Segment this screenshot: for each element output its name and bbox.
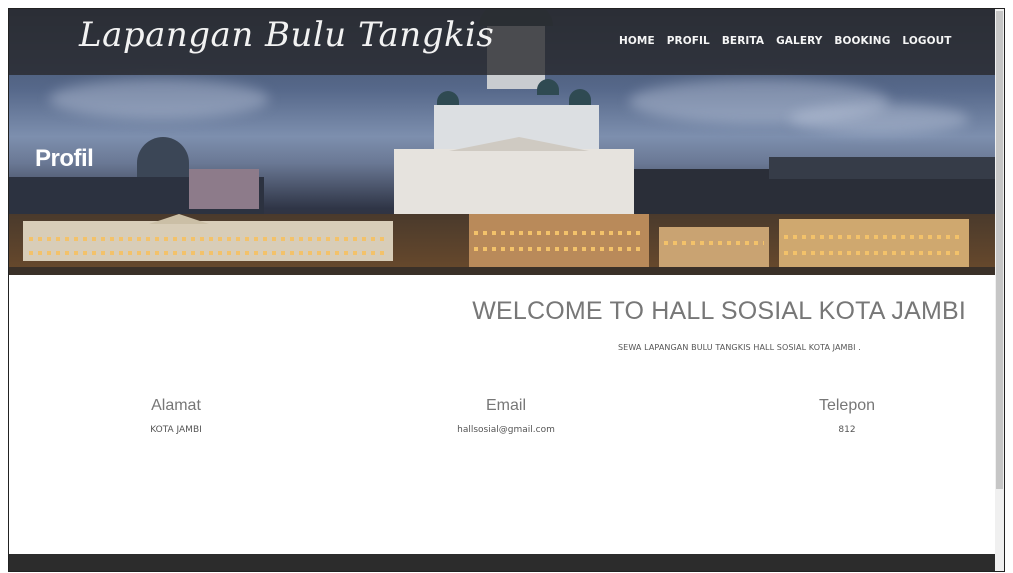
contact-email: Email hallsosial@gmail.com [406,397,606,435]
street [9,267,1004,275]
cloud-decoration [49,79,269,119]
nav-booking[interactable]: BOOKING [834,35,890,47]
site-logo[interactable]: Lapangan Bulu Tangkis [79,15,494,55]
welcome-heading: WELCOME TO HALL SOSIAL KOTA JAMBI [472,297,966,325]
scrollbar[interactable] [995,9,1004,571]
window-lights [784,251,964,255]
small-dome-mid [537,79,559,95]
window-lights [29,237,389,241]
lit-building-2 [659,227,769,269]
contact-value: 812 [838,425,856,435]
nav-galery[interactable]: GALERY [776,35,822,47]
nav-profil[interactable]: PROFIL [667,35,710,47]
lit-building [469,214,649,269]
cathedral-body [394,149,634,219]
contact-telepon: Telepon 812 [747,397,947,435]
nav-home[interactable]: HOME [619,35,655,47]
palace-facade [23,221,393,261]
browser-viewport: Lapangan Bulu Tangkis HOME PROFIL BERITA… [8,8,1005,572]
pink-building [189,169,259,209]
contact-value: hallsosial@gmail.com [457,425,555,435]
right-roof [769,157,999,179]
scrollbar-thumb[interactable] [996,11,1003,489]
window-lights [474,247,644,251]
lit-building-3 [779,219,969,269]
window-lights [664,241,764,245]
cloud-decoration [789,104,969,134]
window-lights [474,231,644,235]
nav-menu: HOME PROFIL BERITA GALERY BOOKING LOGOUT [619,35,952,47]
contact-label: Email [485,397,526,414]
window-lights [29,251,389,255]
small-dome-right [569,89,591,105]
footer-bar [9,554,1004,571]
top-navbar: Lapangan Bulu Tangkis HOME PROFIL BERITA… [9,9,1004,75]
contact-label: Telepon [818,397,876,414]
hero-banner: Lapangan Bulu Tangkis HOME PROFIL BERITA… [9,9,1004,275]
left-dome [137,137,189,177]
contact-label: Alamat [151,397,201,414]
nav-logout[interactable]: LOGOUT [902,35,951,47]
contact-alamat: Alamat KOTA JAMBI [76,397,276,435]
contact-value: KOTA JAMBI [150,425,202,435]
nav-berita[interactable]: BERITA [722,35,764,47]
welcome-subtitle: SEWA LAPANGAN BULU TANGKIS HALL SOSIAL K… [618,343,861,352]
page-title: Profil [35,145,94,172]
window-lights [784,235,964,239]
